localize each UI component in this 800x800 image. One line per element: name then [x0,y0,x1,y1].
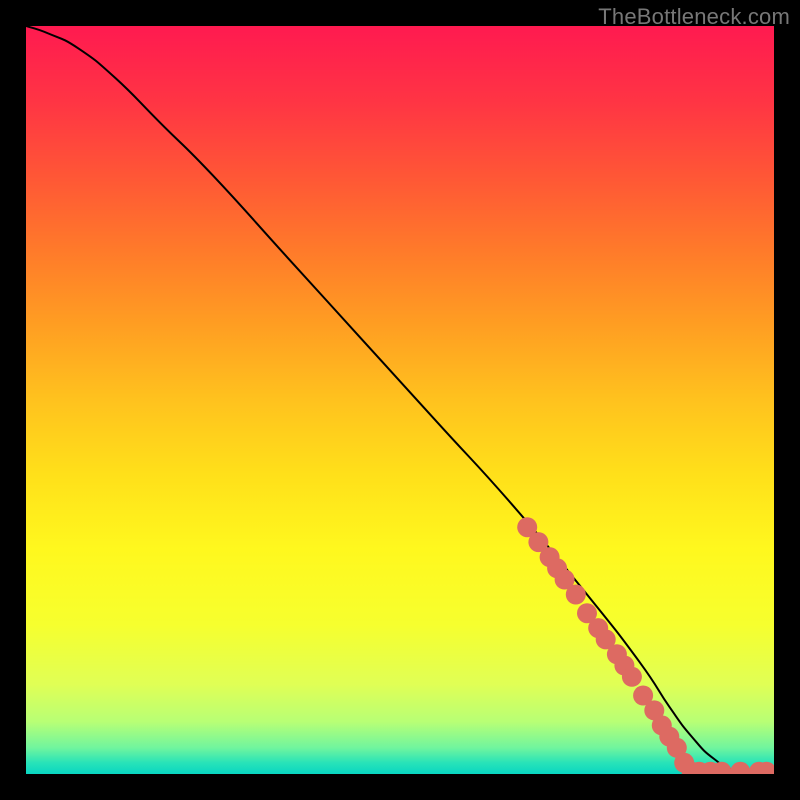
chart-svg [26,26,774,774]
data-marker [566,585,586,605]
data-marker [622,667,642,687]
gradient-background [26,26,774,774]
watermark-text: TheBottleneck.com [598,4,790,30]
plot-area [26,26,774,774]
chart-frame: TheBottleneck.com [0,0,800,800]
